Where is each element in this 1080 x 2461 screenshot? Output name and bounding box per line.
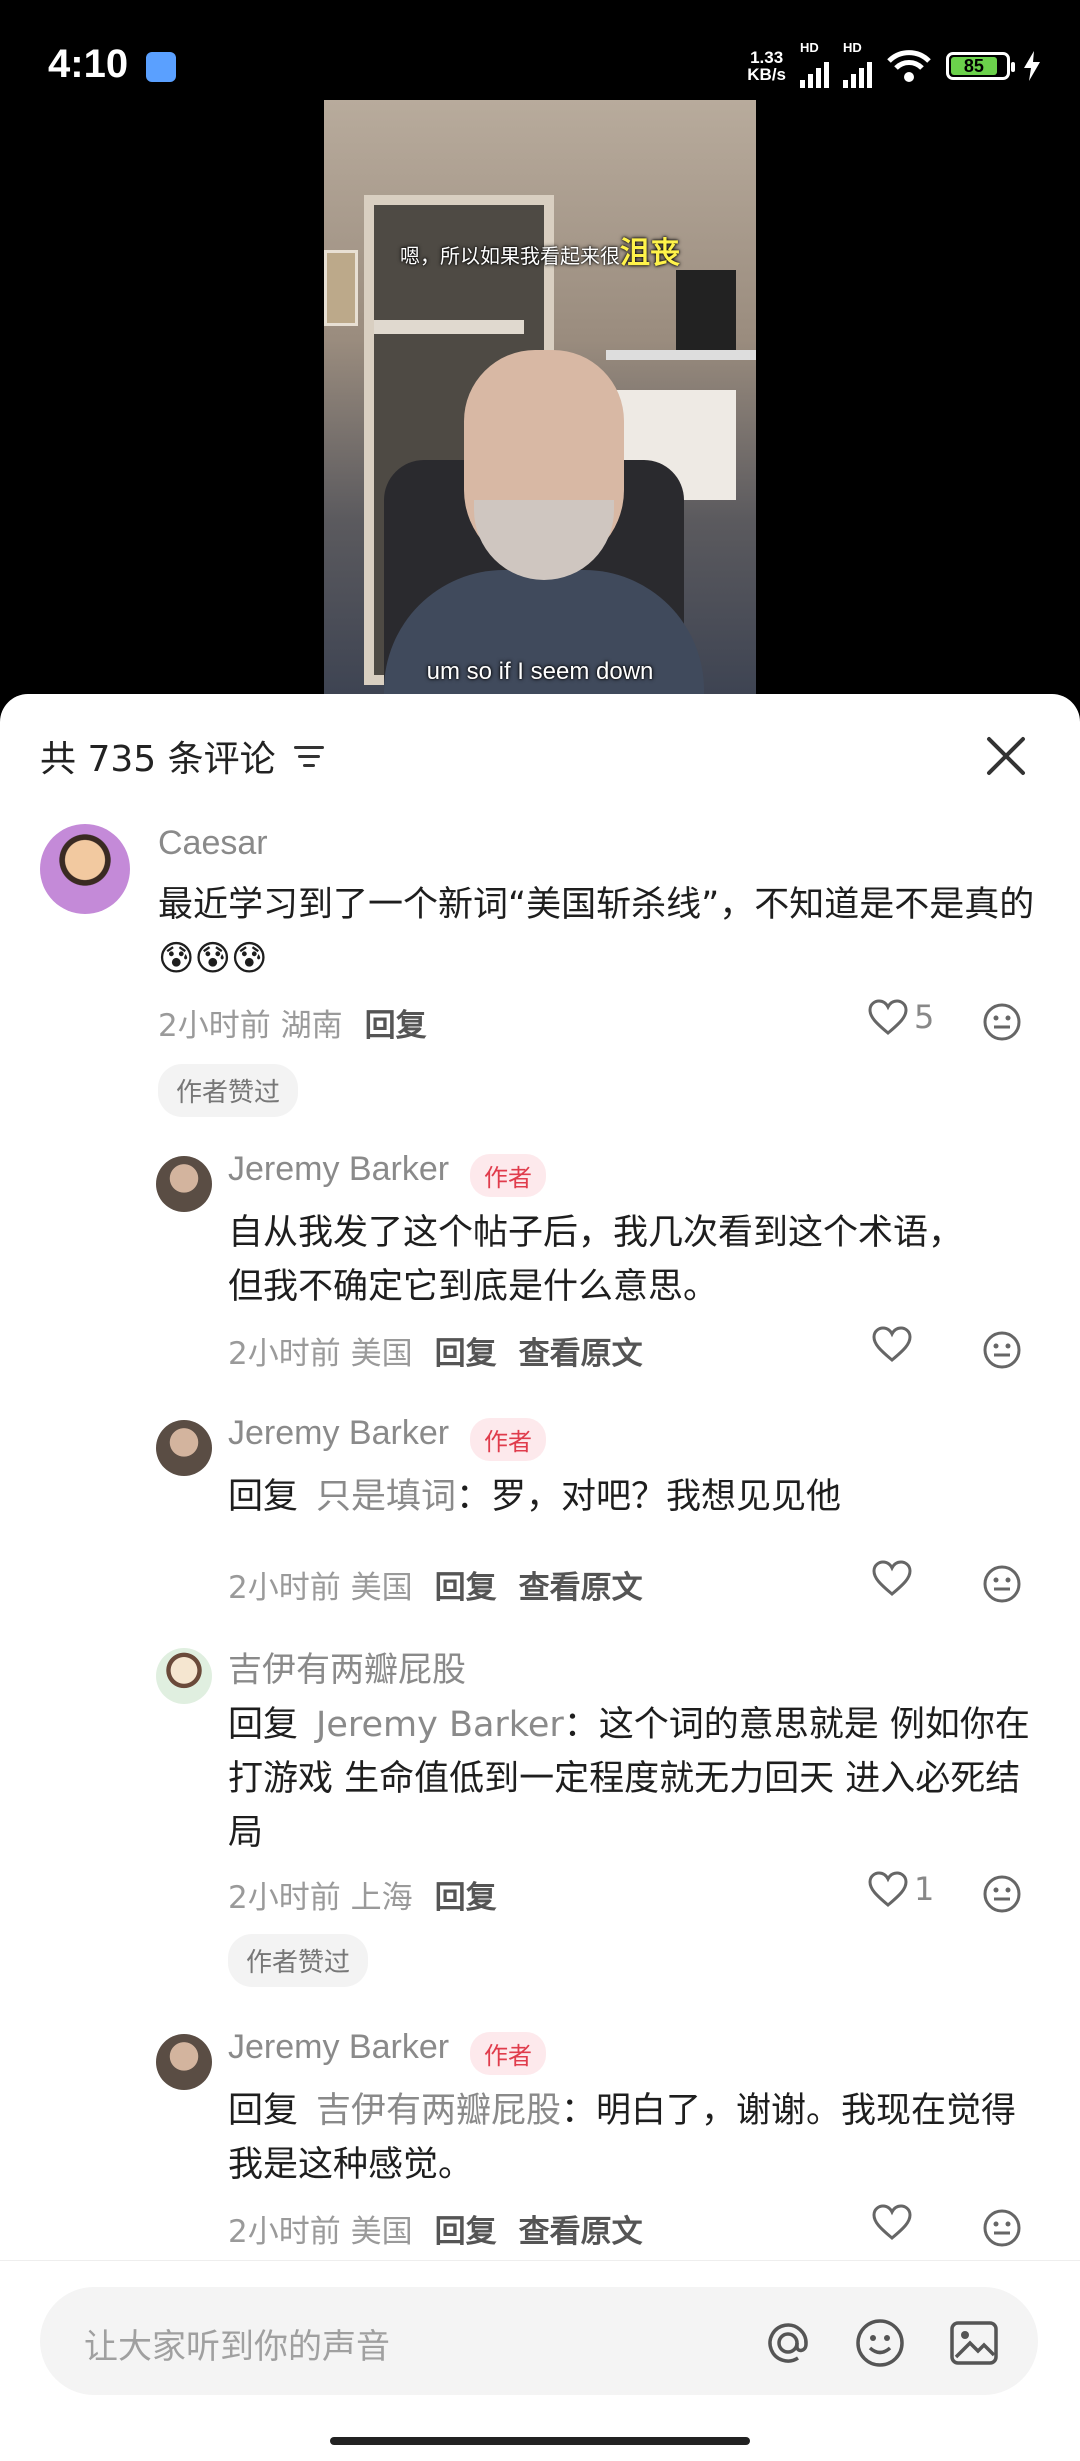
- network-speed: 1.33 KB/s: [747, 48, 786, 84]
- comment-meta: 2小时前 美国 回复 查看原文: [228, 1336, 643, 1372]
- author-tag: 作者: [470, 2032, 546, 2075]
- reply-to-user[interactable]: Jeremy Barker: [316, 1705, 564, 1745]
- avatar[interactable]: [156, 1648, 212, 1704]
- comment-username[interactable]: Caesar: [158, 824, 268, 863]
- comment-text: 回复 只是填词：罗，对吧？我想见见他: [228, 1477, 842, 1517]
- comments-sheet: 共 735 条评论 Caesar 最近学习到了一个新词“美国斩杀线”，不知道是不…: [0, 694, 1080, 2460]
- like-count: 1: [914, 1870, 935, 1908]
- reply-button[interactable]: 回复: [365, 1008, 427, 1044]
- comment-count: 共 735 条评论: [40, 739, 276, 780]
- reply-button[interactable]: 回复: [435, 1570, 497, 1606]
- emoji-icon[interactable]: [854, 2317, 906, 2369]
- comment-text: 回复 Jeremy Barker：这个词的意思就是 例如你在打游戏 生命值低到一定…: [228, 1705, 1030, 1853]
- emoji-react-icon[interactable]: [982, 1002, 1022, 1042]
- reply-button[interactable]: 回复: [435, 1336, 497, 1372]
- wifi-icon: [887, 50, 931, 82]
- input-placeholder: 让大家听到你的声音: [84, 2327, 390, 2367]
- comment-meta: 2小时前 美国 回复 查看原文: [228, 1570, 643, 1606]
- avatar[interactable]: [156, 1156, 212, 1212]
- reply-to-user[interactable]: 吉伊有两瓣屁股: [316, 2091, 561, 2131]
- heart-icon: [872, 1560, 912, 1596]
- author-tag: 作者: [470, 1154, 546, 1197]
- video-player[interactable]: 嗯，所以如果我看起来很沮丧 um so if I seem down: [324, 100, 756, 700]
- heart-icon: [872, 1326, 912, 1362]
- avatar[interactable]: [156, 2034, 212, 2090]
- heart-icon: [868, 999, 908, 1035]
- reply-button[interactable]: 回复: [435, 2214, 497, 2250]
- comment-meta: 2小时前 上海 回复: [228, 1880, 497, 1916]
- comment-username[interactable]: Jeremy Barker: [228, 1414, 449, 1453]
- like-button[interactable]: 5: [868, 998, 934, 1036]
- emoji-react-icon[interactable]: [982, 2208, 1022, 2248]
- image-icon[interactable]: [948, 2317, 1000, 2369]
- charging-icon: [1024, 51, 1040, 81]
- reply-to-user[interactable]: 只是填词: [316, 1477, 456, 1517]
- battery-icon: 85: [946, 52, 1015, 80]
- notification-app-icon: [146, 52, 176, 82]
- comment-input[interactable]: 让大家听到你的声音: [40, 2287, 1038, 2395]
- comment-text: 自从我发了这个帖子后，我几次看到这个术语，但我不确定它到底是什么意思。: [228, 1213, 964, 1307]
- view-original-button[interactable]: 查看原文: [519, 2214, 643, 2250]
- like-button[interactable]: 1: [868, 1870, 934, 1908]
- comment-username[interactable]: Jeremy Barker: [228, 1150, 449, 1189]
- like-button[interactable]: [872, 1560, 912, 1596]
- signal-icon: HD: [800, 40, 829, 88]
- like-button[interactable]: [872, 2204, 912, 2240]
- comment-username[interactable]: Jeremy Barker: [228, 2028, 449, 2067]
- author-tag: 作者: [470, 1418, 546, 1461]
- author-liked-badge: 作者赞过: [228, 1934, 369, 1987]
- comment-text: 回复 吉伊有两瓣屁股：明白了，谢谢。我现在觉得我是这种感觉。: [228, 2091, 1017, 2185]
- subtitle-english: um so if I seem down: [426, 658, 654, 685]
- sort-icon[interactable]: [293, 744, 324, 768]
- view-original-button[interactable]: 查看原文: [519, 1570, 643, 1606]
- close-icon[interactable]: [984, 734, 1028, 778]
- emoji-react-icon[interactable]: [982, 1564, 1022, 1604]
- view-original-button[interactable]: 查看原文: [519, 1336, 643, 1372]
- emoji-react-icon[interactable]: [982, 1330, 1022, 1370]
- like-button[interactable]: [872, 1326, 912, 1362]
- comment-text: 最近学习到了一个新词“美国斩杀线”，不知道是不是真的😰😰😰: [158, 885, 1035, 979]
- comment-input-bar: 让大家听到你的声音: [0, 2260, 1080, 2461]
- signal-icon: HD: [843, 40, 872, 88]
- subtitle-chinese: 嗯，所以如果我看起来很沮丧: [400, 236, 680, 271]
- heart-icon: [868, 1871, 908, 1907]
- comment-username[interactable]: 吉伊有两瓣屁股: [228, 1642, 466, 1691]
- reply-button[interactable]: 回复: [435, 1880, 497, 1916]
- heart-icon: [872, 2204, 912, 2240]
- home-indicator[interactable]: [330, 2437, 750, 2445]
- mention-icon[interactable]: [762, 2317, 814, 2369]
- like-count: 5: [914, 998, 935, 1036]
- emoji-react-icon[interactable]: [982, 1874, 1022, 1914]
- author-liked-badge: 作者赞过: [158, 1064, 299, 1117]
- comment-meta: 2小时前 湖南 回复: [158, 1008, 427, 1044]
- avatar[interactable]: [156, 1420, 212, 1476]
- avatar[interactable]: [40, 824, 130, 914]
- status-time: 4:10: [48, 42, 129, 86]
- comment-meta: 2小时前 美国 回复 查看原文: [228, 2214, 643, 2250]
